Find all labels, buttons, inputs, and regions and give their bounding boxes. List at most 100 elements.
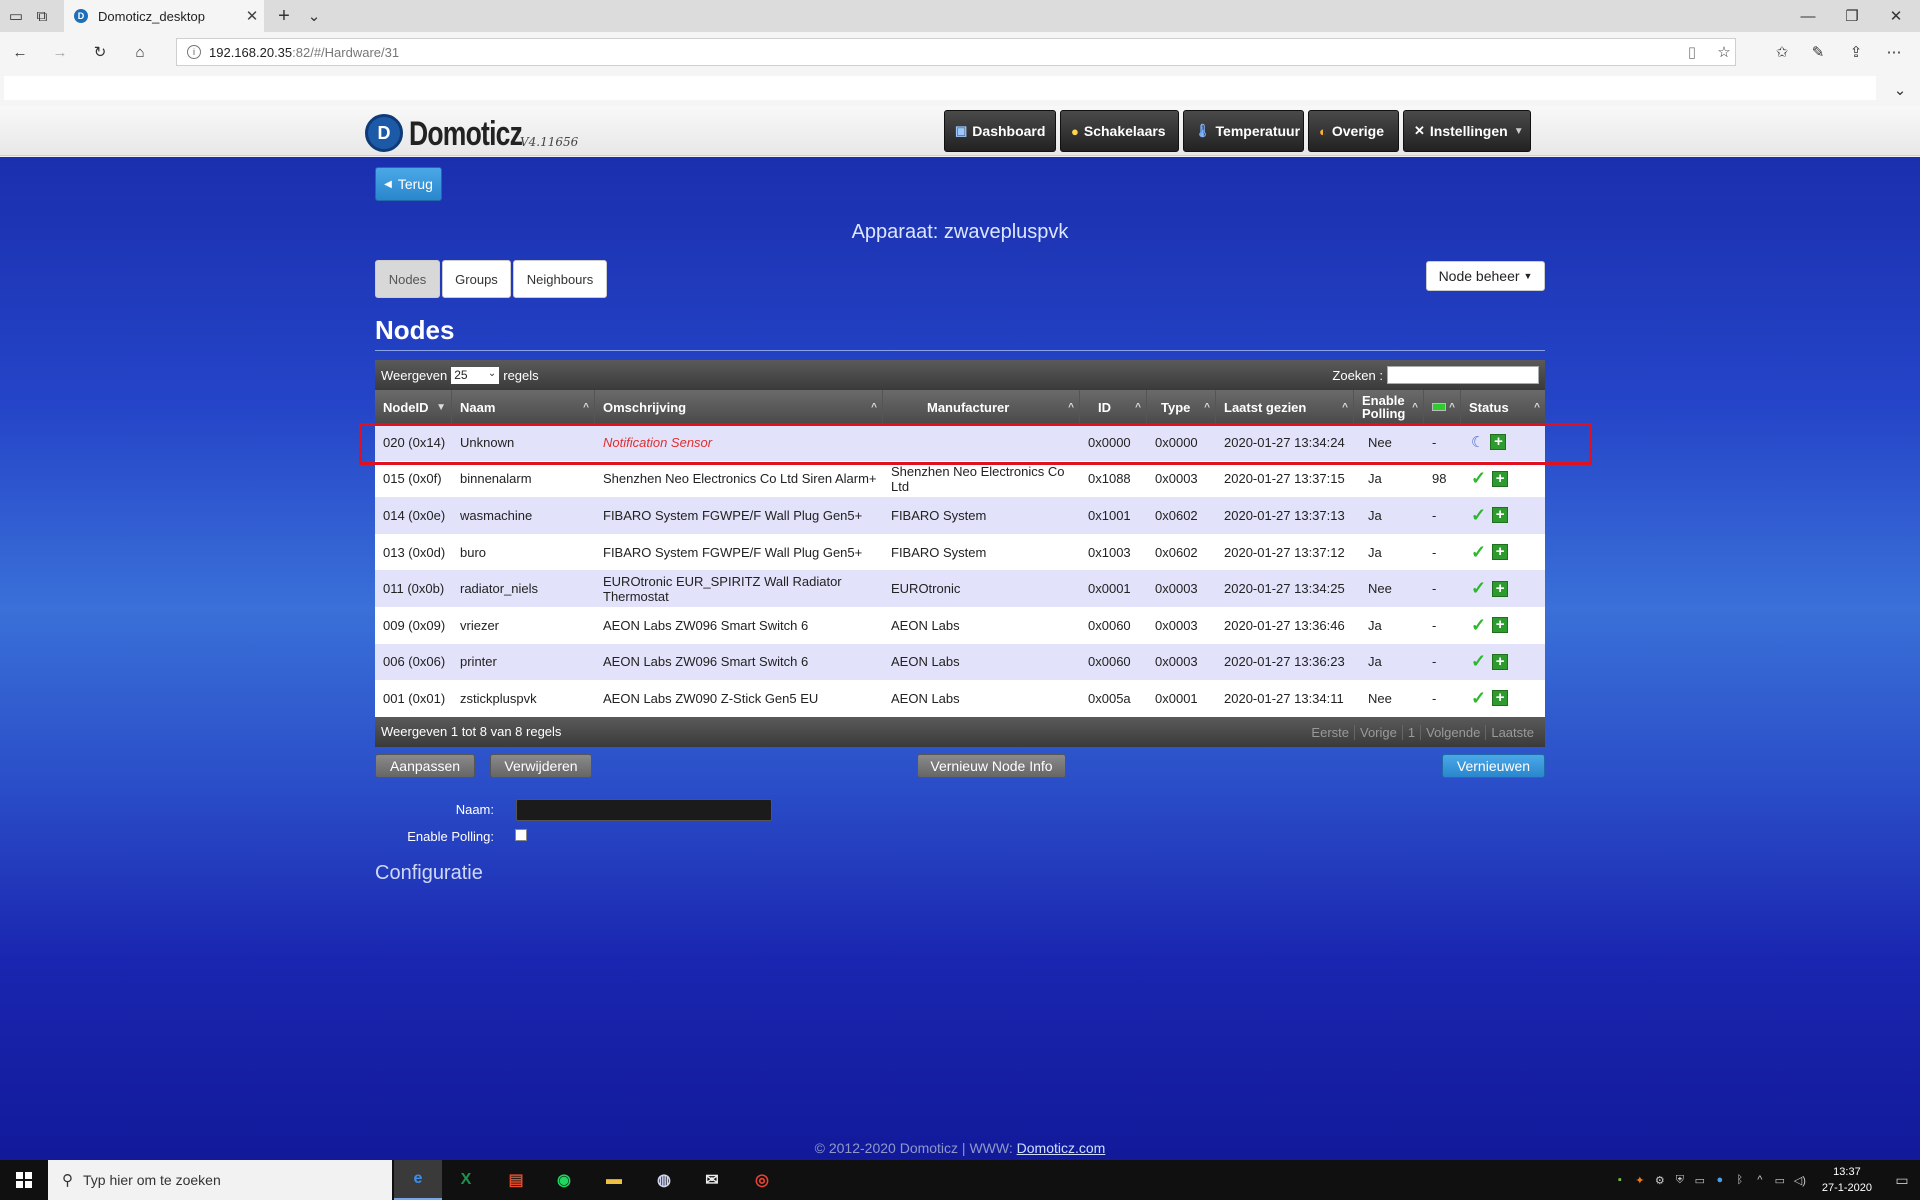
refresh-icon[interactable]: ↻ bbox=[86, 36, 114, 68]
new-tab-icon[interactable]: + bbox=[272, 0, 296, 32]
share-icon[interactable]: ⇪ bbox=[1842, 36, 1870, 68]
col-enable-polling[interactable]: Enable Polling ^ bbox=[1354, 390, 1424, 424]
pen-icon[interactable]: ✎ bbox=[1804, 36, 1832, 68]
pager-last[interactable]: Laatste bbox=[1485, 724, 1539, 740]
tray-app-icon[interactable]: ✦ bbox=[1630, 1174, 1650, 1187]
table-row[interactable]: 015 (0x0f) binnenalarm Shenzhen Neo Electr… bbox=[375, 460, 1545, 498]
node-beheer-dropdown[interactable]: Node beheer ▼ bbox=[1426, 261, 1545, 291]
spotify-icon[interactable]: ◉ bbox=[540, 1160, 588, 1200]
start-button[interactable] bbox=[0, 1160, 48, 1200]
table-row[interactable]: 009 (0x09) vriezer AEON Labs ZW096 Smart S… bbox=[375, 606, 1545, 644]
tab-neighbours[interactable]: Neighbours bbox=[513, 260, 607, 298]
edge-icon[interactable]: e bbox=[394, 1160, 442, 1200]
tray-network-drive-icon[interactable]: ▭ bbox=[1690, 1174, 1710, 1187]
minimize-icon[interactable]: — bbox=[1790, 0, 1826, 32]
back-button[interactable]: ◀ Terug bbox=[375, 167, 442, 201]
add-plus-icon[interactable]: + bbox=[1492, 617, 1509, 634]
chrome-icon[interactable]: ◎ bbox=[738, 1160, 786, 1200]
enable-polling-checkbox[interactable] bbox=[515, 829, 527, 841]
home-icon[interactable]: ⌂ bbox=[126, 36, 154, 68]
col-laatst-gezien[interactable]: Laatst gezien ^ bbox=[1216, 390, 1354, 424]
security-lock-icon[interactable]: ◍ bbox=[640, 1160, 688, 1200]
pager-page[interactable]: 1 bbox=[1401, 724, 1420, 740]
notifications-icon[interactable]: ▭ bbox=[1884, 1172, 1920, 1189]
page-length-select[interactable]: 25 ⌄ bbox=[451, 366, 500, 384]
file-explorer-icon[interactable]: ▬ bbox=[590, 1160, 638, 1200]
domoticz-logo[interactable]: D Domoticz V4.11656 bbox=[365, 112, 578, 152]
envelope-icon[interactable]: ✉ bbox=[688, 1160, 736, 1200]
tab-groups[interactable]: Groups bbox=[442, 260, 511, 298]
add-plus-icon[interactable]: + bbox=[1492, 544, 1509, 561]
nav-schakelaars-button[interactable]: ● Schakelaars bbox=[1060, 110, 1179, 152]
tab-nodes[interactable]: Nodes bbox=[375, 260, 440, 298]
reading-view-icon[interactable]: ▯ bbox=[1680, 36, 1704, 68]
add-plus-icon[interactable]: + bbox=[1492, 470, 1509, 487]
tab-actions-icon[interactable]: ▭ bbox=[4, 0, 28, 32]
favorites-hub-icon[interactable]: ✩ bbox=[1768, 36, 1796, 68]
add-plus-icon[interactable]: + bbox=[1492, 653, 1509, 670]
col-id[interactable]: ID ^ bbox=[1080, 390, 1147, 424]
col-nodeid[interactable]: NodeID ▼ bbox=[375, 390, 452, 424]
tray-bluetooth-icon[interactable]: ᛒ bbox=[1730, 1174, 1750, 1186]
table-row[interactable]: 014 (0x0e) wasmachine FIBARO System FGWPE/… bbox=[375, 497, 1545, 534]
site-info-icon[interactable]: i bbox=[187, 45, 201, 59]
favorites-field[interactable] bbox=[4, 76, 1876, 100]
search-input[interactable] bbox=[1387, 366, 1539, 384]
close-window-icon[interactable]: ✕ bbox=[1878, 0, 1914, 32]
aanpassen-button[interactable]: Aanpassen bbox=[375, 754, 475, 778]
cell-id: 0x005a bbox=[1088, 690, 1131, 706]
nvidia-icon[interactable]: ▪ bbox=[1610, 1174, 1630, 1186]
more-icon[interactable]: ⋯ bbox=[1880, 36, 1908, 68]
pager-first[interactable]: Eerste bbox=[1306, 725, 1354, 740]
forward-arrow-icon[interactable]: → bbox=[46, 36, 74, 68]
verwijderen-button[interactable]: Verwijderen bbox=[490, 754, 592, 778]
table-row[interactable]: 011 (0x0b) radiator_niels EUROtronic EUR_S… bbox=[375, 570, 1545, 607]
taskbar-search[interactable]: ⚲ Typ hier om te zoeken bbox=[48, 1160, 392, 1200]
nav-dashboard-button[interactable]: ▣ Dashboard bbox=[944, 110, 1056, 152]
mail-app-icon[interactable]: ▤ bbox=[492, 1160, 540, 1200]
tab-list-chevron-icon[interactable]: ⌄ bbox=[302, 0, 326, 32]
col-status[interactable]: Status ^ bbox=[1461, 390, 1545, 424]
pager-next[interactable]: Volgende bbox=[1420, 724, 1485, 740]
network-icon[interactable]: ▭ bbox=[1770, 1174, 1790, 1187]
tray-shield-icon[interactable]: ⛨ bbox=[1670, 1174, 1690, 1187]
close-tab-icon[interactable]: ✕ bbox=[240, 7, 264, 25]
favbar-chevron-icon[interactable]: ⌄ bbox=[1886, 74, 1914, 106]
nav-overige-button[interactable]: ◐ Overige bbox=[1308, 110, 1399, 152]
col-omschrijving[interactable]: Omschrijving ^ bbox=[595, 390, 883, 424]
tray-cloud-icon[interactable]: ● bbox=[1710, 1174, 1730, 1186]
col-manufacturer[interactable]: Manufacturer ^ bbox=[883, 390, 1080, 424]
restore-icon[interactable]: ❐ bbox=[1834, 0, 1870, 32]
pager-previous[interactable]: Vorige bbox=[1354, 724, 1402, 740]
excel-icon[interactable]: X bbox=[442, 1160, 490, 1200]
cell-type: 0x0003 bbox=[1155, 471, 1198, 487]
nav-instellingen-button[interactable]: ✕ Instellingen ▼ bbox=[1403, 110, 1531, 152]
domoticz-link[interactable]: Domoticz.com bbox=[1017, 1140, 1106, 1156]
cell-omschrijving: EUROtronic EUR_SPIRITZ Wall Radiator The… bbox=[603, 573, 842, 604]
tabs-aside-icon[interactable]: ⧉ bbox=[30, 0, 54, 32]
add-plus-icon[interactable]: + bbox=[1490, 434, 1507, 451]
tray-chevron-icon[interactable]: ^ bbox=[1750, 1174, 1770, 1186]
naam-input[interactable] bbox=[516, 799, 772, 821]
col-type[interactable]: Type ^ bbox=[1147, 390, 1216, 424]
add-plus-icon[interactable]: + bbox=[1492, 690, 1509, 707]
add-plus-icon[interactable]: + bbox=[1492, 580, 1509, 597]
browser-tab[interactable]: D Domoticz_desktop ✕ bbox=[64, 0, 264, 32]
col-battery[interactable]: ^ bbox=[1424, 390, 1461, 424]
volume-icon[interactable]: ◁) bbox=[1790, 1174, 1810, 1187]
table-row[interactable]: 006 (0x06) printer AEON Labs ZW096 Smart S… bbox=[375, 643, 1545, 681]
sort-icon: ^ bbox=[1449, 401, 1455, 413]
vernieuw-node-info-button[interactable]: Vernieuw Node Info bbox=[917, 754, 1066, 778]
clock[interactable]: 13:37 27-1-2020 bbox=[1822, 1164, 1872, 1196]
table-row[interactable]: 013 (0x0d) buro FIBARO System FGWPE/F Wall… bbox=[375, 533, 1545, 571]
back-arrow-icon[interactable]: ← bbox=[6, 36, 34, 68]
table-row[interactable]: 001 (0x01) zstickpluspvk AEON Labs ZW090 Z… bbox=[375, 680, 1545, 717]
nav-temperatuur-button[interactable]: 🌡 Temperatuur bbox=[1183, 110, 1304, 152]
vernieuwen-button[interactable]: Vernieuwen bbox=[1442, 754, 1545, 778]
col-naam[interactable]: Naam ^ bbox=[452, 390, 595, 424]
add-plus-icon[interactable]: + bbox=[1492, 507, 1509, 524]
address-bar[interactable]: i 192.168.20.35 :82/#/Hardware/31 bbox=[176, 38, 1736, 66]
table-row[interactable]: 020 (0x14) Unknown Notification Sensor 0x00… bbox=[375, 424, 1545, 461]
tray-gear-icon[interactable]: ⚙ bbox=[1650, 1174, 1670, 1187]
favorite-star-icon[interactable]: ☆ bbox=[1712, 36, 1736, 68]
